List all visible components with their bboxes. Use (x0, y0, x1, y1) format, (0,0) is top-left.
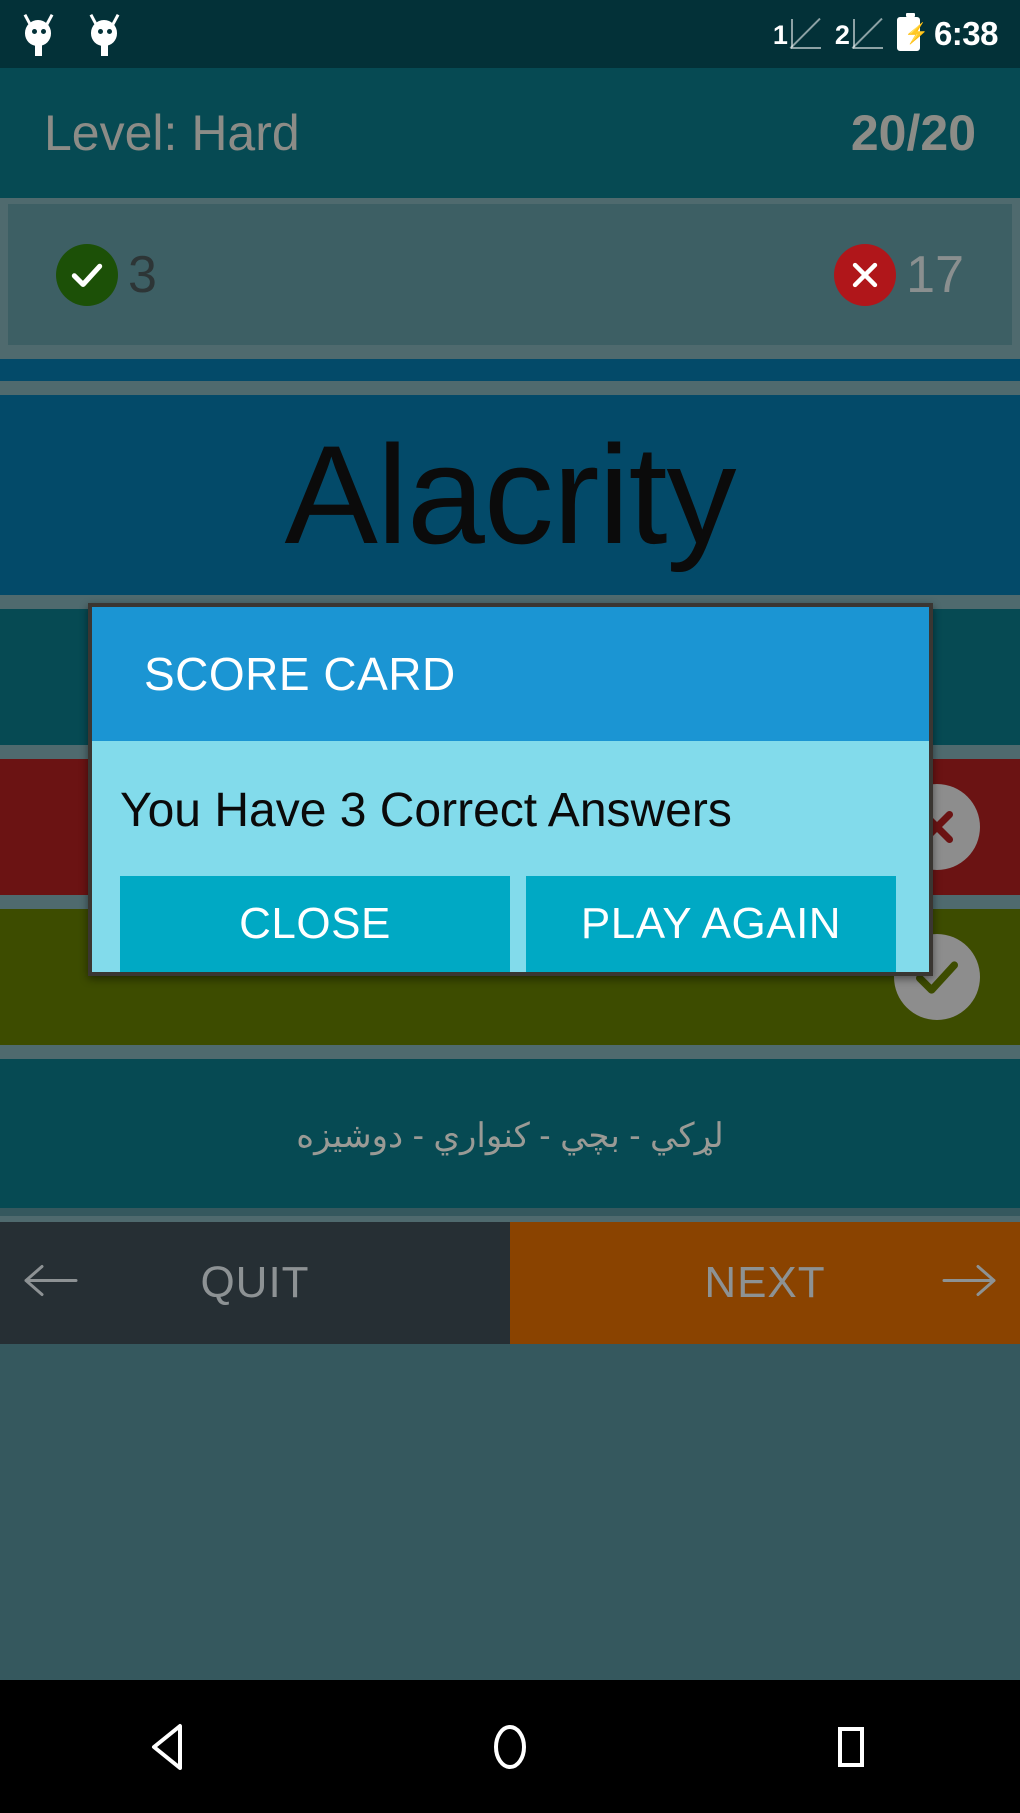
square-recents-icon[interactable] (790, 1680, 910, 1813)
next-label: NEXT (704, 1258, 826, 1307)
level-header: Level: Hard 20/20 (0, 68, 1020, 198)
correct-count: 3 (128, 245, 157, 304)
action-bar: QUIT NEXT (0, 1216, 1020, 1344)
quit-button[interactable]: QUIT (0, 1222, 510, 1344)
arrow-right-icon (938, 1258, 1002, 1309)
hint-row: لړکي - بچي - كنواري - دوشيزه (0, 1090, 1020, 1208)
next-button[interactable]: NEXT (510, 1222, 1020, 1344)
wrong-score-chip: 17 (834, 243, 964, 306)
status-bar-notifications (22, 13, 120, 56)
status-bar-clock: 6:38 (933, 15, 999, 52)
status-bar: 1 2 ⚡ 6:38 (0, 0, 1020, 68)
score-row: 3 17 (0, 198, 1020, 345)
hint-text: لړکي - بچي - كنواري - دوشيزه (296, 1117, 724, 1155)
status-bar-indicators: 1 2 ⚡ 6:38 (773, 13, 999, 53)
question-progress-label: 20/20 (850, 105, 976, 161)
sim2-label: 2 (834, 20, 850, 50)
dialog-header: SCORE CARD (92, 607, 929, 741)
score-card-dialog: SCORE CARD You Have 3 Correct Answers CL… (88, 603, 933, 976)
level-label: Level: Hard (44, 105, 300, 161)
sim2-signal-icon: 2 (835, 19, 883, 49)
dialog-title: SCORE CARD (144, 648, 456, 700)
question-word: Alacrity (284, 416, 737, 573)
answer-divider (0, 1045, 1020, 1059)
dialog-message: You Have 3 Correct Answers (120, 784, 732, 837)
sim1-label: 1 (772, 20, 788, 50)
x-circle-icon (834, 243, 897, 306)
battery-charging-icon: ⚡ (896, 13, 929, 51)
sim1-signal-icon: 1 (773, 19, 821, 49)
bug-icon (88, 13, 120, 56)
arrow-left-icon (18, 1258, 82, 1309)
android-navigation-bar (0, 1680, 1020, 1813)
wrong-count: 17 (906, 245, 964, 304)
page-filler (0, 1344, 1020, 1680)
circle-home-icon[interactable] (450, 1680, 570, 1813)
correct-score-chip: 3 (56, 243, 157, 306)
app-screen: 1 2 ⚡ 6:38 Level: Hard 20/20 3 17 Alacri… (0, 0, 1020, 1813)
progress-bar-container (0, 345, 1020, 395)
progress-bar-fill (0, 359, 1020, 381)
bug-icon (22, 13, 54, 56)
play-again-button[interactable]: PLAY AGAIN (526, 876, 896, 972)
triangle-back-icon[interactable] (110, 1680, 230, 1813)
check-circle-icon (56, 243, 118, 306)
close-button[interactable]: CLOSE (120, 876, 510, 972)
quit-label: QUIT (200, 1258, 310, 1307)
answer-option-4[interactable] (0, 1059, 1020, 1090)
question-word-row: Alacrity (0, 395, 1020, 595)
dialog-body: You Have 3 Correct Answers CLOSE PLAY AG… (92, 741, 929, 972)
dialog-button-row: CLOSE PLAY AGAIN (92, 838, 929, 972)
